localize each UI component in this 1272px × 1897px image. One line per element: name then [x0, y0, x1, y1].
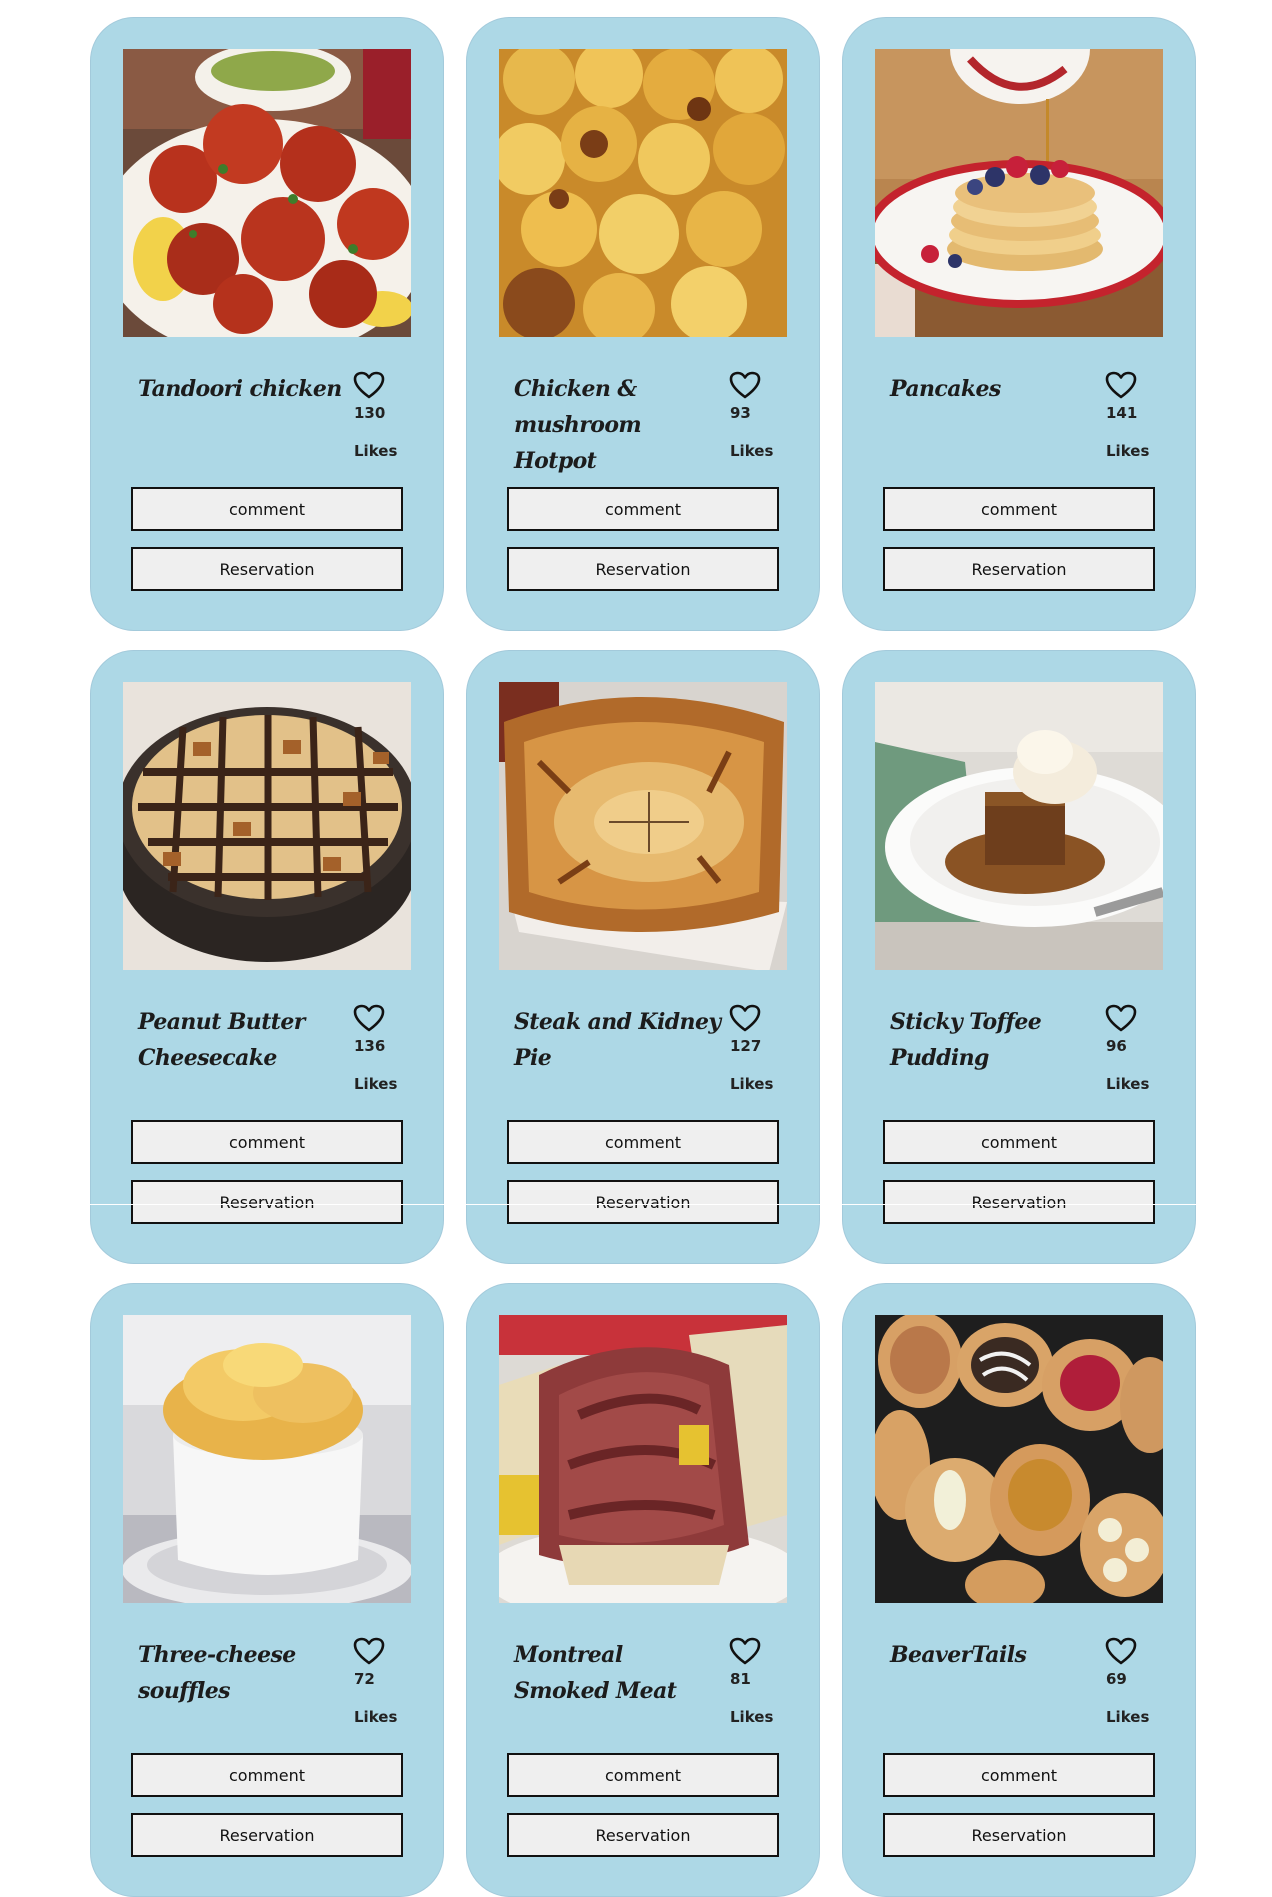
- likes-area: 127 Likes: [729, 1003, 789, 1093]
- meal-card: Tandoori chicken 130 Likes comment Reser…: [90, 17, 444, 631]
- meal-title: Peanut Butter Cheesecake: [138, 1009, 305, 1071]
- like-button[interactable]: [729, 1636, 761, 1666]
- like-button[interactable]: [729, 370, 761, 400]
- heart-outline-icon: [353, 1004, 385, 1032]
- comment-button[interactable]: comment: [131, 487, 403, 531]
- meal-card: BeaverTails 69 Likes comment Reservation: [842, 1283, 1196, 1897]
- like-count: 69: [1106, 1670, 1127, 1688]
- comment-button[interactable]: comment: [131, 1753, 403, 1797]
- like-count: 130: [354, 404, 386, 422]
- likes-area: 93 Likes: [729, 370, 789, 460]
- like-count: 136: [354, 1037, 386, 1055]
- likes-label: Likes: [730, 1708, 774, 1726]
- reservation-button[interactable]: Reservation: [883, 547, 1155, 591]
- like-count: 81: [730, 1670, 751, 1688]
- comment-button[interactable]: comment: [507, 1120, 779, 1164]
- comment-button[interactable]: comment: [883, 487, 1155, 531]
- heart-outline-icon: [1105, 371, 1137, 399]
- likes-area: 130 Likes: [353, 370, 413, 460]
- heart-outline-icon: [729, 371, 761, 399]
- like-count: 141: [1106, 404, 1138, 422]
- meal-card: Steak and Kidney Pie 127 Likes comment R…: [466, 650, 820, 1264]
- heart-outline-icon: [729, 1637, 761, 1665]
- three-cheese-souffle-photo: [123, 1315, 411, 1603]
- tandoori-chicken-photo: [123, 49, 411, 337]
- meal-card: Chicken & mushroom Hotpot 93 Likes comme…: [466, 17, 820, 631]
- comment-button[interactable]: comment: [507, 1753, 779, 1797]
- divider-line: [90, 1204, 1198, 1205]
- meal-card: Montreal Smoked Meat 81 Likes comment Re…: [466, 1283, 820, 1897]
- reservation-button[interactable]: Reservation: [507, 1813, 779, 1857]
- meal-grid: Tandoori chicken 130 Likes comment Reser…: [90, 17, 1196, 1897]
- likes-area: 96 Likes: [1105, 1003, 1165, 1093]
- pancakes-photo: [875, 49, 1163, 337]
- reservation-button[interactable]: Reservation: [507, 547, 779, 591]
- heart-outline-icon: [729, 1004, 761, 1032]
- heart-outline-icon: [1105, 1004, 1137, 1032]
- heart-outline-icon: [1105, 1637, 1137, 1665]
- meal-title: Chicken & mushroom Hotpot: [514, 376, 642, 474]
- meal-title: Sticky Toffee Pudding: [890, 1009, 1042, 1071]
- likes-label: Likes: [730, 1075, 774, 1093]
- reservation-button[interactable]: Reservation: [131, 1180, 403, 1224]
- like-button[interactable]: [729, 1003, 761, 1033]
- meal-title: Steak and Kidney Pie: [514, 1009, 721, 1071]
- likes-label: Likes: [1106, 1708, 1150, 1726]
- reservation-button[interactable]: Reservation: [131, 1813, 403, 1857]
- like-button[interactable]: [353, 1003, 385, 1033]
- steak-kidney-pie-photo: [499, 682, 787, 970]
- likes-label: Likes: [730, 442, 774, 460]
- reservation-button[interactable]: Reservation: [507, 1180, 779, 1224]
- sticky-toffee-pudding-photo: [875, 682, 1163, 970]
- likes-label: Likes: [354, 1075, 398, 1093]
- meal-title: Tandoori chicken: [138, 376, 342, 402]
- heart-outline-icon: [353, 1637, 385, 1665]
- likes-area: 69 Likes: [1105, 1636, 1165, 1726]
- meal-card: Peanut Butter Cheesecake 136 Likes comme…: [90, 650, 444, 1264]
- like-button[interactable]: [1105, 1636, 1137, 1666]
- like-count: 96: [1106, 1037, 1127, 1055]
- montreal-smoked-meat-photo: [499, 1315, 787, 1603]
- like-button[interactable]: [353, 1636, 385, 1666]
- likes-label: Likes: [354, 442, 398, 460]
- comment-button[interactable]: comment: [883, 1753, 1155, 1797]
- likes-label: Likes: [1106, 1075, 1150, 1093]
- meal-title: Three-cheese souffles: [138, 1642, 296, 1704]
- reservation-button[interactable]: Reservation: [883, 1180, 1155, 1224]
- meal-title: Montreal Smoked Meat: [514, 1642, 677, 1704]
- like-button[interactable]: [1105, 1003, 1137, 1033]
- peanut-butter-cheesecake-photo: [123, 682, 411, 970]
- likes-label: Likes: [354, 1708, 398, 1726]
- likes-area: 81 Likes: [729, 1636, 789, 1726]
- meal-title: BeaverTails: [890, 1642, 1027, 1668]
- meal-card: Sticky Toffee Pudding 96 Likes comment R…: [842, 650, 1196, 1264]
- beavertails-photo: [875, 1315, 1163, 1603]
- likes-area: 72 Likes: [353, 1636, 413, 1726]
- meal-card: Pancakes 141 Likes comment Reservation: [842, 17, 1196, 631]
- like-count: 72: [354, 1670, 375, 1688]
- meal-card: Three-cheese souffles 72 Likes comment R…: [90, 1283, 444, 1897]
- reservation-button[interactable]: Reservation: [131, 547, 403, 591]
- like-count: 127: [730, 1037, 762, 1055]
- comment-button[interactable]: comment: [131, 1120, 403, 1164]
- reservation-button[interactable]: Reservation: [883, 1813, 1155, 1857]
- chicken-mushroom-hotpot-photo: [499, 49, 787, 337]
- comment-button[interactable]: comment: [883, 1120, 1155, 1164]
- heart-outline-icon: [353, 371, 385, 399]
- likes-label: Likes: [1106, 442, 1150, 460]
- like-count: 93: [730, 404, 751, 422]
- comment-button[interactable]: comment: [507, 487, 779, 531]
- like-button[interactable]: [1105, 370, 1137, 400]
- like-button[interactable]: [353, 370, 385, 400]
- likes-area: 141 Likes: [1105, 370, 1165, 460]
- meal-title: Pancakes: [890, 376, 1001, 402]
- likes-area: 136 Likes: [353, 1003, 413, 1093]
